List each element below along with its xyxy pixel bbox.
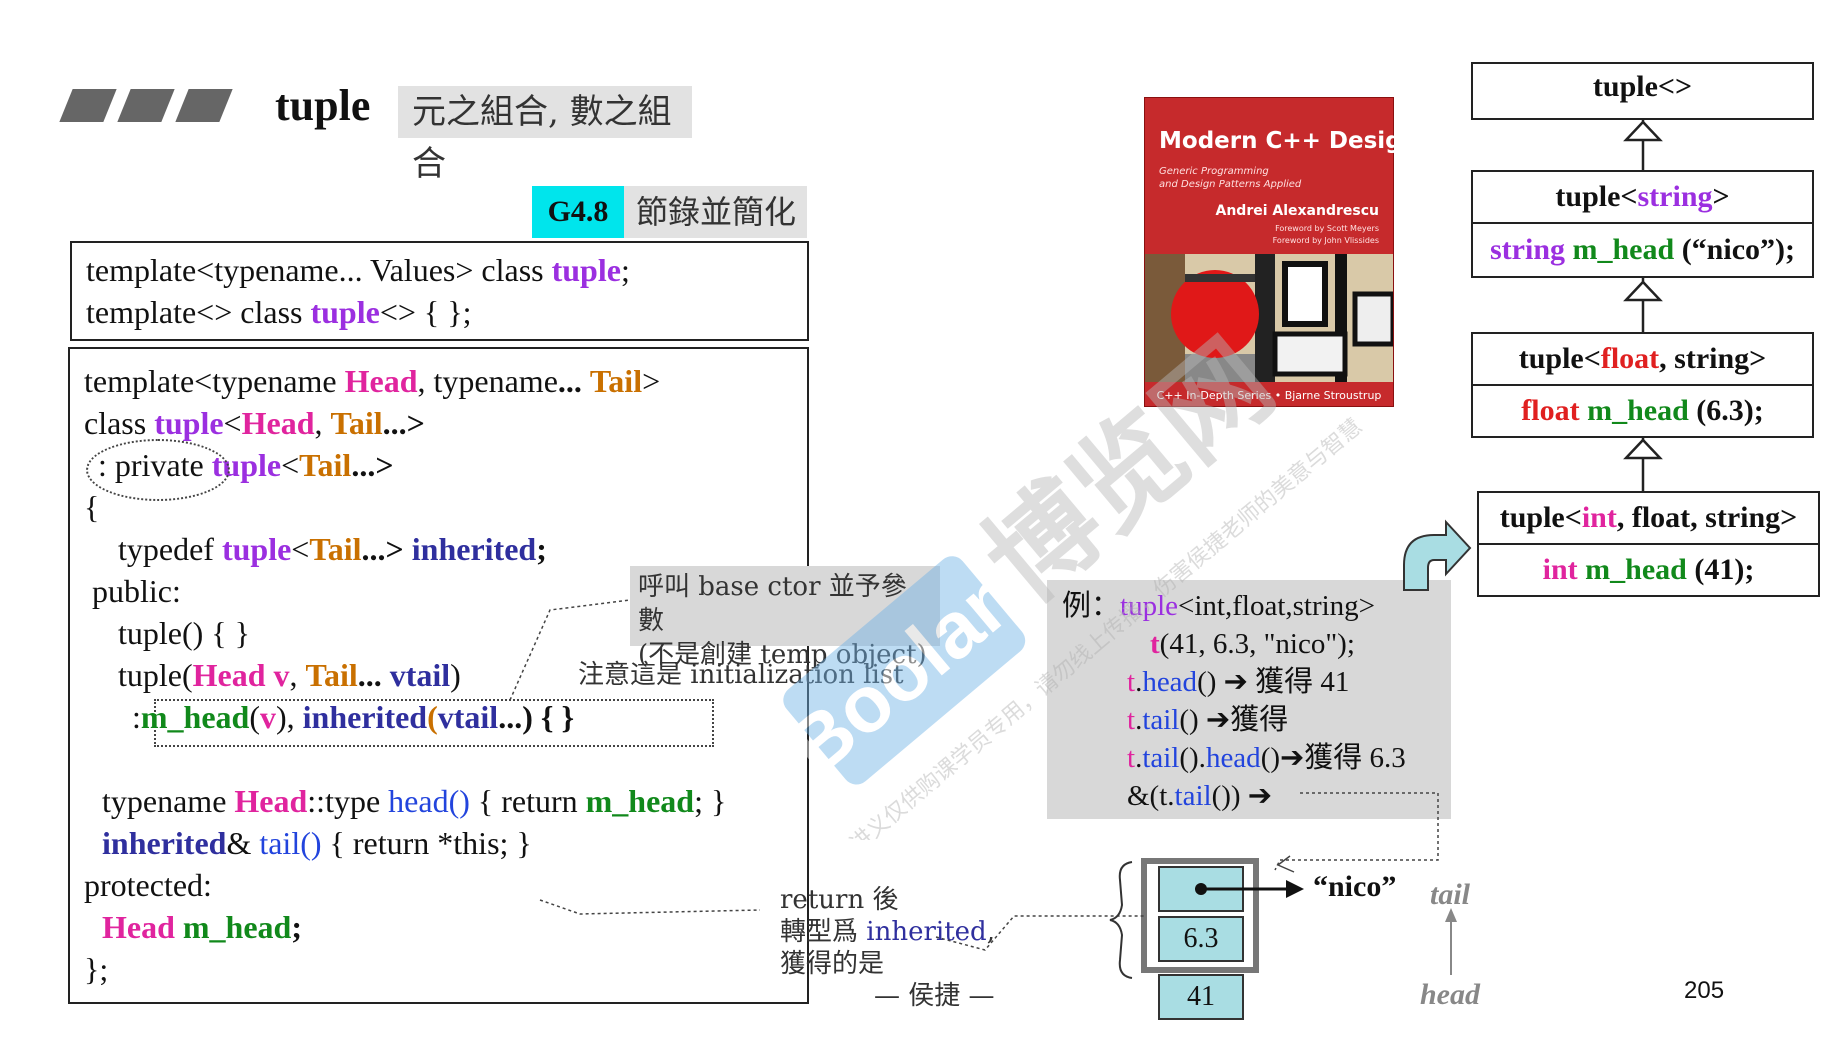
diagram-connectors xyxy=(509,120,1663,979)
